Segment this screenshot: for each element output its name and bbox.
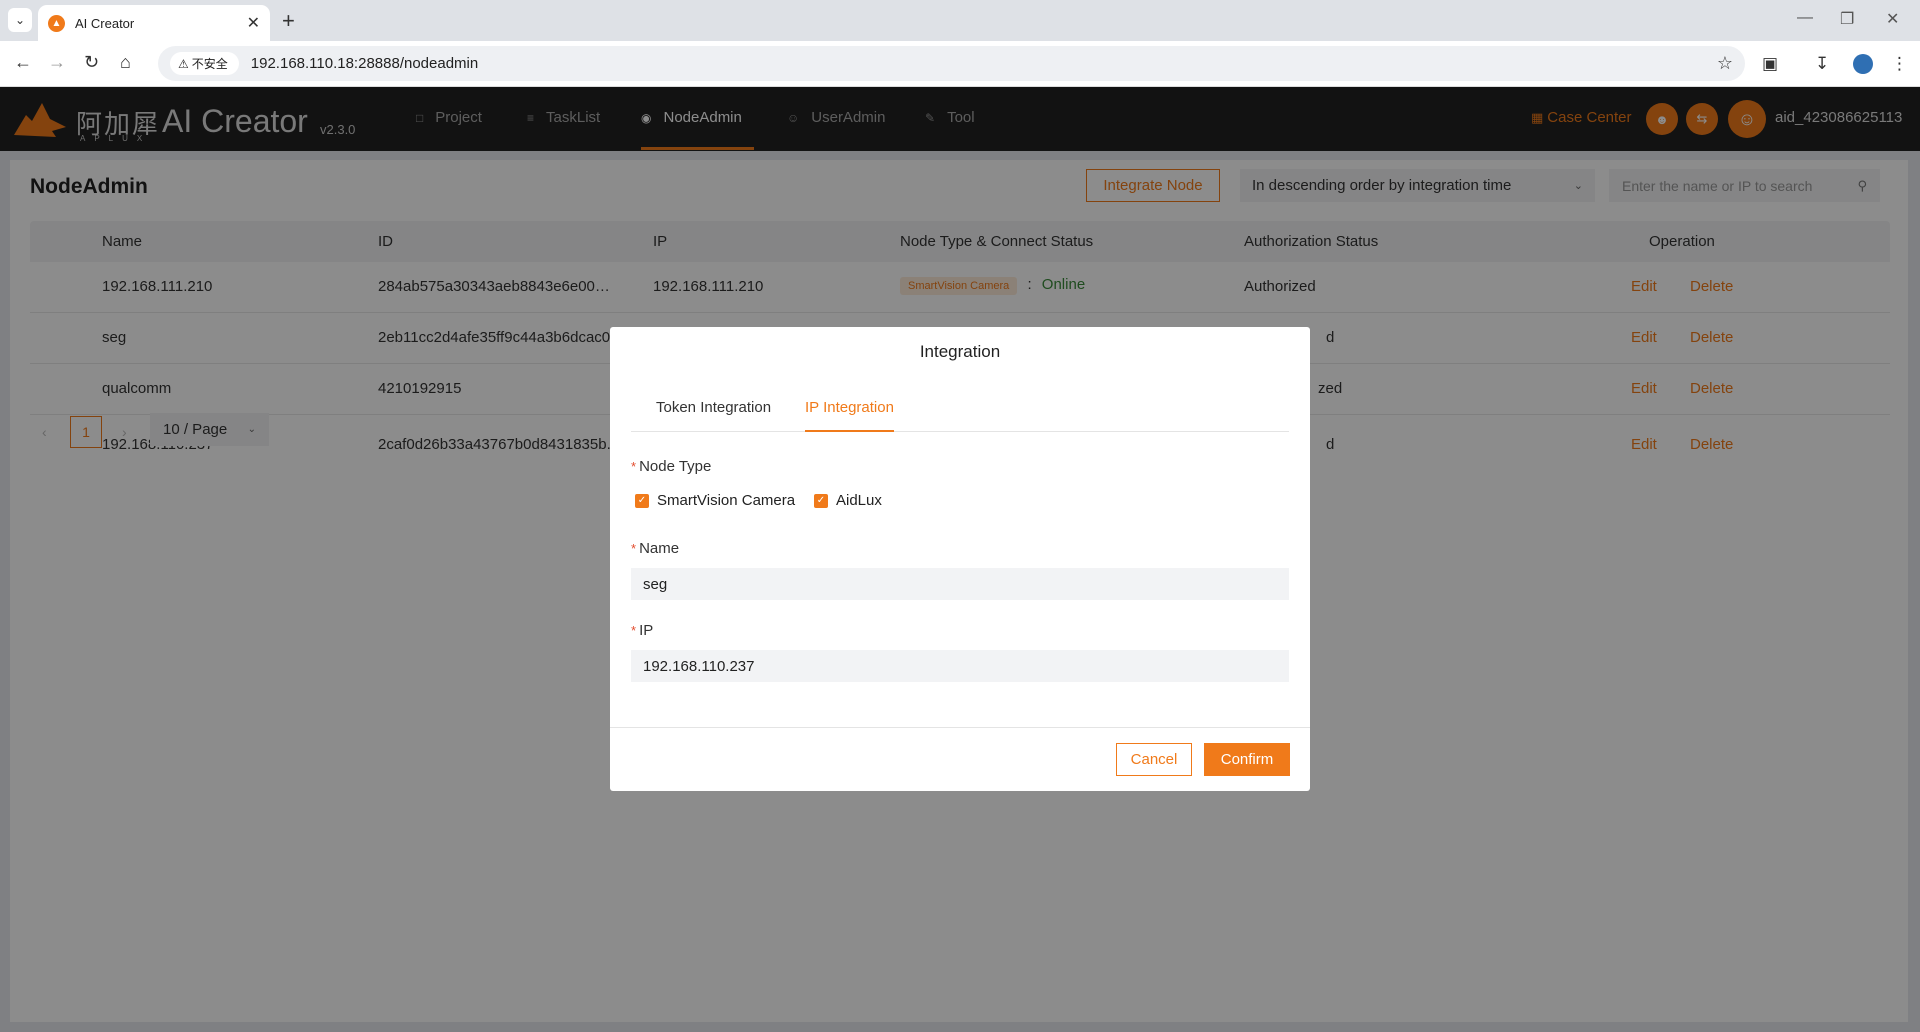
checkbox-aidlux-label: AidLux xyxy=(836,492,882,509)
tab-title: AI Creator xyxy=(75,15,135,31)
browser-tab[interactable]: ▲ AI Creator ✕ xyxy=(38,5,270,41)
browser-tabstrip: ⌄ ▲ AI Creator ✕ + — ❐ ✕ xyxy=(0,0,1920,41)
cancel-button[interactable]: Cancel xyxy=(1116,743,1192,776)
ip-field[interactable] xyxy=(631,650,1289,682)
modal-tabs: Token Integration IP Integration xyxy=(631,399,1289,432)
address-bar[interactable]: ⚠ 不安全 192.168.110.18:28888/nodeadmin ☆ xyxy=(158,46,1745,81)
security-label: 不安全 xyxy=(191,57,228,71)
ip-label-text: IP xyxy=(639,622,654,639)
modal-footer-divider xyxy=(610,727,1310,728)
reload-icon[interactable]: ↻ xyxy=(84,52,99,73)
menu-kebab-icon[interactable]: ⋮ xyxy=(1891,54,1908,74)
ip-label: * IP xyxy=(631,622,653,639)
checkbox-checked-icon: ✓ xyxy=(635,493,649,508)
required-asterisk: * xyxy=(631,459,637,474)
checkbox-smartvision[interactable]: ✓ SmartVision Camera xyxy=(635,492,795,509)
bookmark-star-icon[interactable]: ☆ xyxy=(1717,53,1733,74)
tab-ip-integration[interactable]: IP Integration xyxy=(805,399,894,432)
restore-icon[interactable]: ❐ xyxy=(1840,9,1854,29)
extensions-icon[interactable]: ▣ xyxy=(1762,54,1778,74)
tab-close-icon[interactable]: ✕ xyxy=(247,13,260,33)
integration-modal: Integration Token Integration IP Integra… xyxy=(610,327,1310,791)
node-type-label: * Node Type xyxy=(631,458,711,475)
tab-token-integration[interactable]: Token Integration xyxy=(656,399,771,432)
name-field[interactable] xyxy=(631,568,1289,600)
minimize-icon[interactable]: — xyxy=(1797,9,1813,27)
name-label: * Name xyxy=(631,540,679,557)
warning-icon: ⚠ xyxy=(178,56,189,71)
window-close-icon[interactable]: ✕ xyxy=(1886,9,1899,29)
tab-search-chevron-icon[interactable]: ⌄ xyxy=(8,8,32,32)
profile-icon[interactable] xyxy=(1853,54,1873,74)
home-icon[interactable]: ⌂ xyxy=(120,52,131,73)
checkbox-aidlux[interactable]: ✓ AidLux xyxy=(814,492,882,509)
confirm-button[interactable]: Confirm xyxy=(1204,743,1290,776)
new-tab-icon[interactable]: + xyxy=(282,8,295,34)
security-chip[interactable]: ⚠ 不安全 xyxy=(170,52,239,75)
download-icon[interactable]: ↧ xyxy=(1815,54,1829,74)
checkbox-checked-icon: ✓ xyxy=(814,493,828,508)
browser-toolbar: ← → ↻ ⌂ ⚠ 不安全 192.168.110.18:28888/nodea… xyxy=(0,41,1920,87)
back-icon[interactable]: ← xyxy=(14,52,32,73)
required-asterisk: * xyxy=(631,623,637,638)
url-text[interactable]: 192.168.110.18:28888/nodeadmin xyxy=(251,55,1717,72)
forward-icon[interactable]: → xyxy=(48,52,66,73)
required-asterisk: * xyxy=(631,541,637,556)
modal-title: Integration xyxy=(919,342,1001,361)
checkbox-smartvision-label: SmartVision Camera xyxy=(657,492,796,509)
favicon-icon: ▲ xyxy=(48,14,65,32)
name-label-text: Name xyxy=(639,540,680,557)
node-type-label-text: Node Type xyxy=(639,458,712,475)
